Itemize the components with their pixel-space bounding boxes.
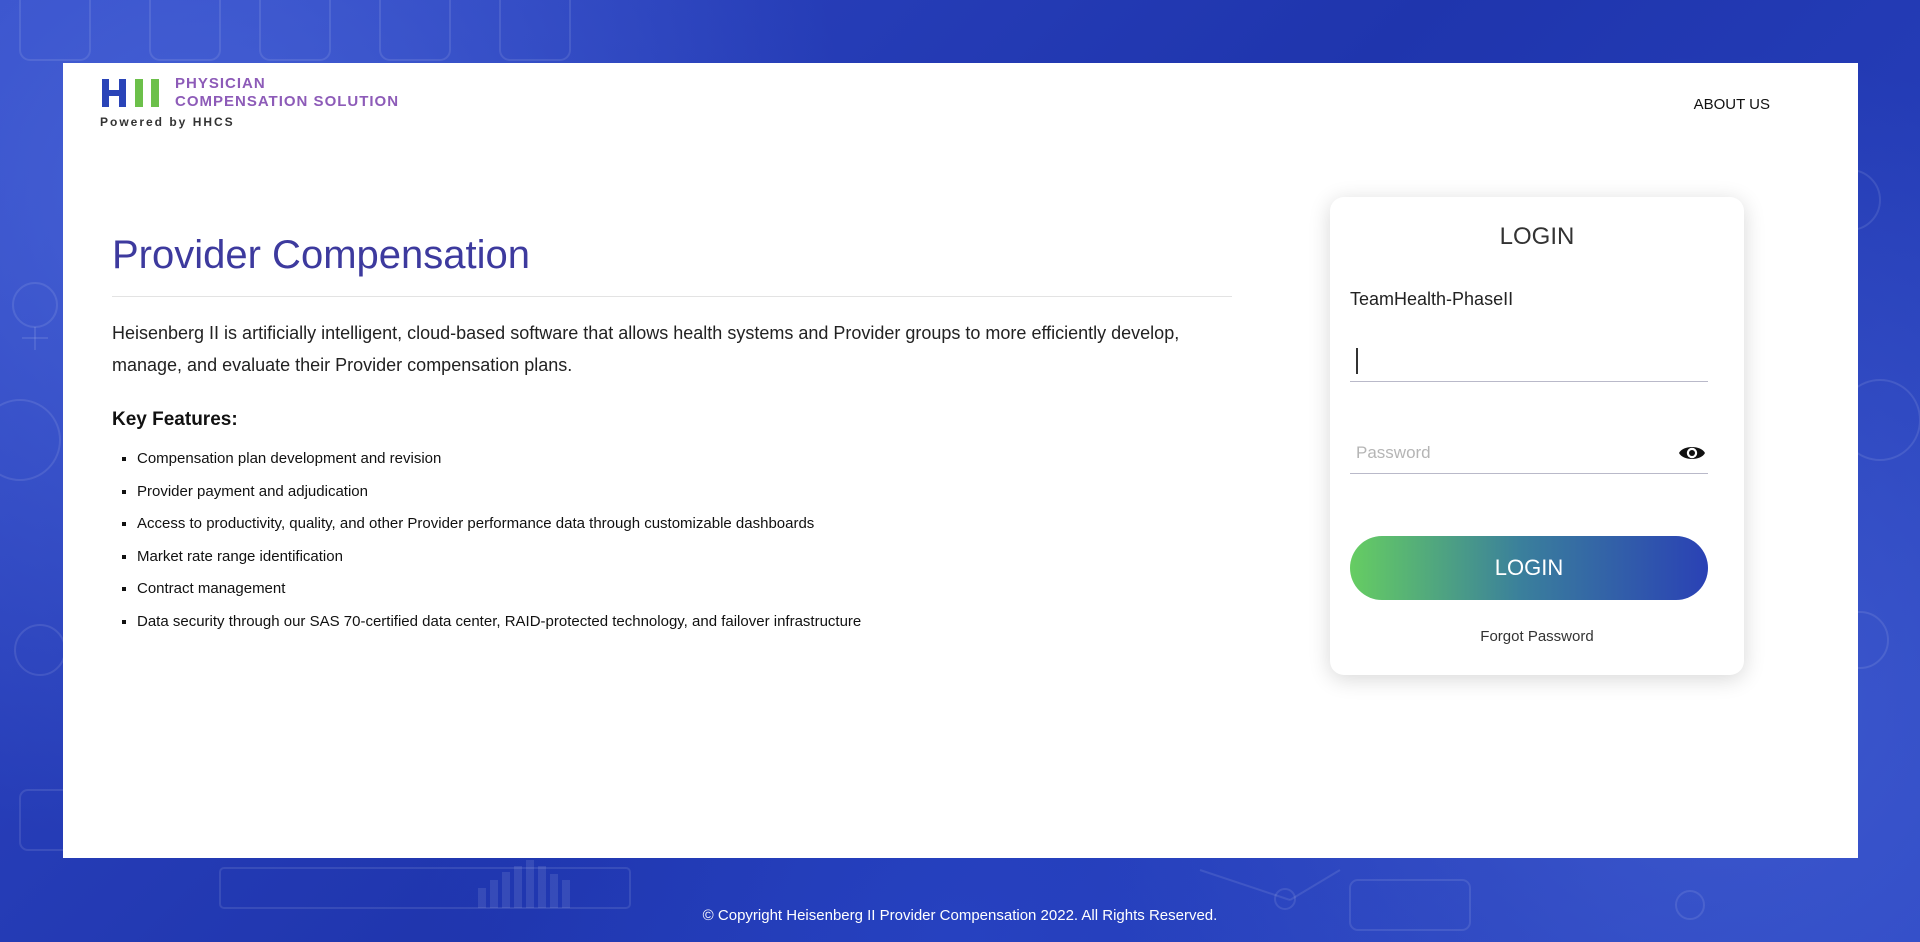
- brand-logo[interactable]: PHYSICIAN COMPENSATION SOLUTION Powered …: [100, 75, 430, 136]
- logo-powered-by: Powered by HHCS: [100, 115, 235, 129]
- login-card: LOGIN TeamHealth-PhaseII LOGIN Forgot Pa…: [1330, 197, 1744, 675]
- text-caret: [1356, 348, 1358, 374]
- eye-icon[interactable]: [1678, 443, 1706, 463]
- password-input[interactable]: [1350, 433, 1708, 473]
- feature-item: Contract management: [137, 573, 1232, 606]
- feature-item: Access to productivity, quality, and oth…: [137, 508, 1232, 541]
- feature-item: Data security through our SAS 70-certifi…: [137, 606, 1232, 639]
- feature-item: Market rate range identification: [137, 541, 1232, 574]
- footer-copyright: © Copyright Heisenberg II Provider Compe…: [702, 907, 1218, 924]
- password-field: [1350, 433, 1708, 474]
- forgot-password-link[interactable]: Forgot Password: [1330, 628, 1744, 645]
- page-title: Provider Compensation: [112, 233, 1232, 297]
- login-title: LOGIN: [1499, 223, 1575, 250]
- features-list: Compensation plan development and revisi…: [112, 443, 1232, 638]
- logo-text-line1: PHYSICIAN: [175, 75, 266, 92]
- login-button[interactable]: LOGIN: [1350, 536, 1708, 600]
- feature-item: Compensation plan development and revisi…: [137, 443, 1232, 476]
- logo-text-line2: COMPENSATION SOLUTION: [175, 93, 400, 110]
- features-heading: Key Features:: [112, 409, 238, 430]
- hii-logo-mark-icon: [102, 79, 159, 107]
- username-input[interactable]: [1350, 341, 1708, 381]
- intro-section: Provider Compensation Heisenberg II is a…: [112, 233, 1232, 638]
- product-description: Heisenberg II is artificially intelligen…: [112, 323, 1180, 375]
- feature-item: Provider payment and adjudication: [137, 476, 1232, 509]
- username-field: [1350, 341, 1708, 382]
- tenant-name: TeamHealth-PhaseII: [1350, 289, 1514, 309]
- main-card: PHYSICIAN COMPENSATION SOLUTION Powered …: [63, 63, 1858, 858]
- nav-about-us[interactable]: ABOUT US: [1694, 96, 1770, 113]
